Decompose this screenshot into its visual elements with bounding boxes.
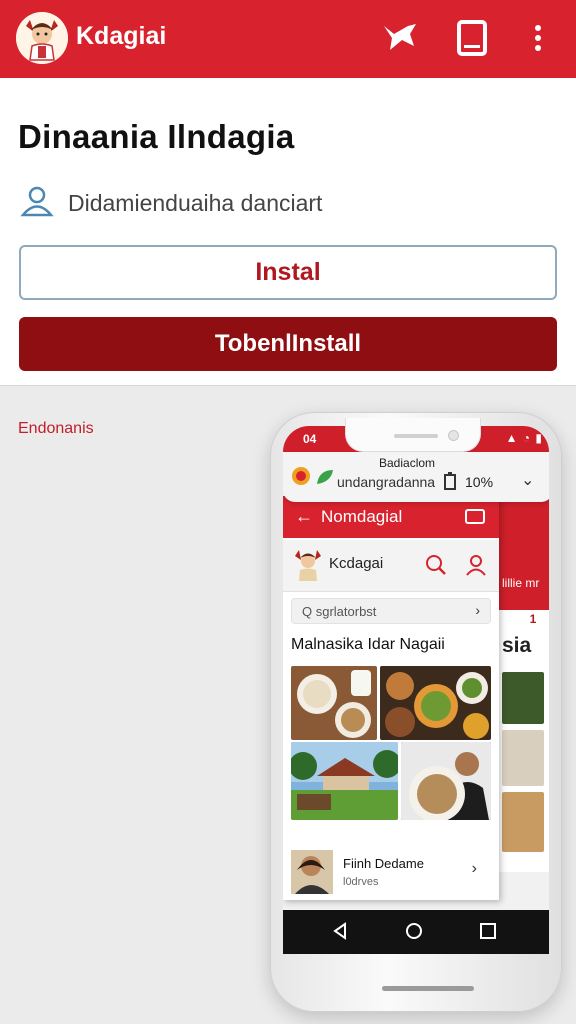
developer-name: Didamienduaiha danciart (68, 190, 323, 216)
chevron-down-icon[interactable]: ⌄ (521, 470, 534, 490)
notification-title: Badiaclom (379, 456, 436, 470)
status-time: 04 (303, 432, 317, 446)
phone-home-indicator (382, 986, 474, 991)
background-app-heading: sia (502, 634, 532, 657)
page-title: Dinaania Ilndagia (18, 118, 295, 155)
status-icons: ▲ ◔ ▮ (505, 431, 543, 445)
food-image[interactable] (291, 666, 377, 740)
phone-screen: 04 ▲ ◔ ▮ lillie mr 1 sia ← Nomdagial Kcd… (283, 426, 549, 954)
section-label: Endonanis (18, 420, 94, 437)
phone-notch (345, 418, 481, 452)
foreground-app-card[interactable]: ← Nomdagial Kcdagai Q sgrlatorbst › Maln… (283, 492, 499, 900)
front-app-title: Nomdagial (321, 507, 403, 526)
list-item[interactable]: Fiinh Dedame l0drves › (287, 848, 495, 896)
background-image (502, 792, 544, 852)
front-app-header: ← Nomdagial (283, 496, 499, 538)
app-bar: Kdagiai (0, 0, 576, 78)
camera-icon[interactable] (465, 509, 485, 524)
install-button[interactable]: Instal (19, 245, 557, 300)
leaf-icon (317, 470, 333, 484)
list-item-title: Fiinh Dedame (343, 856, 424, 871)
chevron-right-icon[interactable]: › (475, 602, 480, 618)
notification-text: undangradanna (337, 474, 436, 490)
list-item-subtitle: l0drves (343, 876, 379, 888)
app-badge-icon (292, 467, 310, 485)
house-image[interactable] (291, 742, 398, 820)
logo-mascot-icon (16, 12, 68, 64)
nav-home-icon[interactable] (405, 922, 423, 940)
background-app-header: lillie mr 1 (498, 492, 549, 630)
search-placeholder: Q sgrlatorbst (302, 604, 377, 619)
front-search-input[interactable]: Q sgrlatorbst › (291, 598, 491, 624)
app-listing-card: Dinaania Ilndagia Didamienduaiha danciar… (0, 78, 576, 386)
front-heading: Malnasika Idar Nagaii (291, 636, 445, 653)
person-icon[interactable] (465, 554, 487, 576)
person-icon (20, 184, 54, 223)
battery-icon (444, 472, 456, 490)
front-app-bar: Kcdagai (283, 540, 499, 592)
tablet-icon[interactable] (452, 18, 492, 58)
app-title: Kdagiai (76, 22, 167, 50)
chef-image[interactable] (401, 742, 491, 820)
nav-back-icon[interactable] (331, 922, 349, 940)
front-app-name: Kcdagai (329, 555, 384, 572)
avatar (291, 850, 333, 894)
background-app-label: lillie mr (502, 576, 540, 590)
developer-row[interactable]: Didamienduaiha danciart (20, 184, 322, 223)
food-image[interactable] (380, 666, 491, 740)
background-image (502, 730, 544, 786)
background-app-card[interactable]: lillie mr 1 sia (498, 452, 549, 872)
share-icon[interactable] (378, 18, 422, 58)
arrow-back-icon[interactable]: ← (295, 506, 313, 527)
background-app-badge: 1 (522, 612, 544, 630)
notification-banner[interactable]: Badiaclom undangradanna 10% ⌄ (283, 452, 549, 502)
background-image (502, 672, 544, 724)
more-vert-icon[interactable] (526, 18, 550, 58)
chevron-right-icon[interactable]: › (472, 860, 477, 878)
nav-recents-icon[interactable] (479, 922, 497, 940)
search-icon[interactable] (425, 554, 447, 576)
notification-percent: 10% (465, 474, 494, 490)
front-logo-icon (295, 550, 321, 581)
phone-nav-bar (283, 910, 549, 954)
primary-install-button[interactable]: TobenlInstall (19, 317, 557, 371)
